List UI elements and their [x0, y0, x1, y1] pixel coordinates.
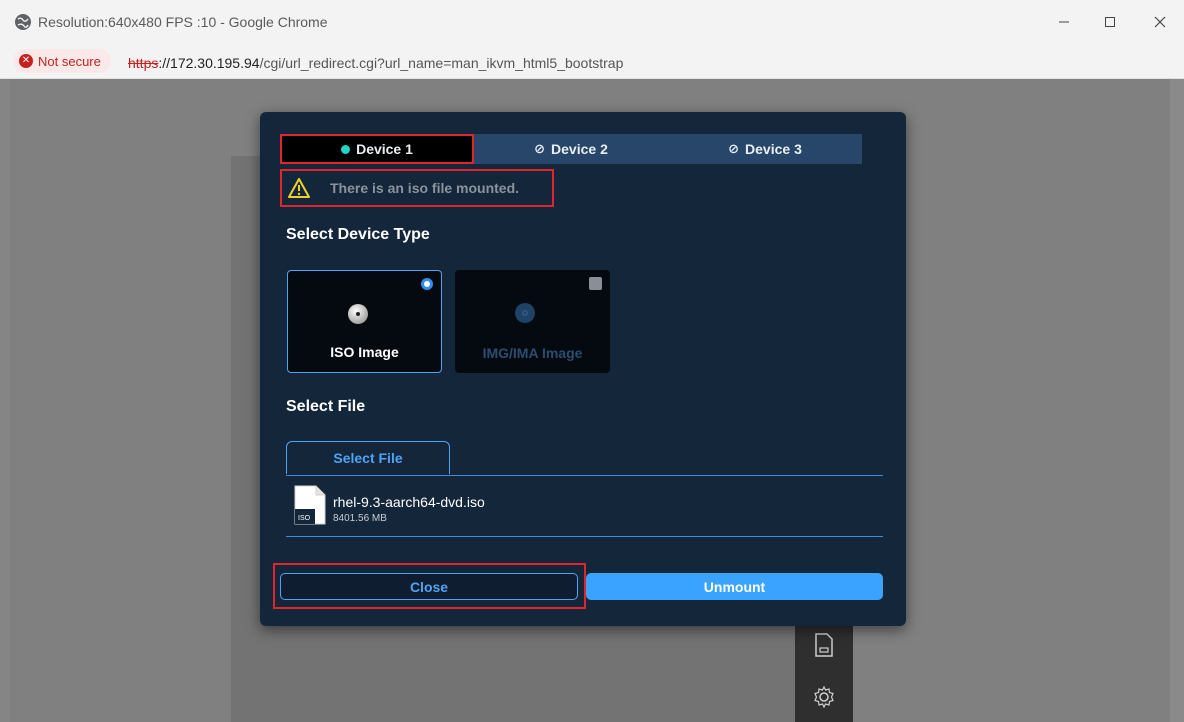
file-name: rhel-9.3-aarch64-dvd.iso: [333, 494, 485, 510]
disabled-icon: ⊘: [534, 141, 546, 156]
virtual-media-dialog: Device 1 ⊘ Device 2 ⊘ Device 3 There is …: [260, 112, 906, 626]
file-icon-label: ISO: [298, 515, 311, 522]
url-path: /cgi/url_redirect.cgi?url_name=man_ikvm_…: [259, 55, 624, 71]
minimize-button[interactable]: [1044, 8, 1084, 36]
active-status-dot: [341, 144, 351, 154]
tab-device-2-label: Device 2: [551, 141, 608, 157]
select-file-title: Select File: [286, 398, 366, 415]
url-scheme: https: [128, 55, 159, 71]
close-window-icon: [1154, 16, 1166, 28]
not-secure-icon: ✕: [19, 54, 33, 68]
iso-image-option[interactable]: ISO Image: [287, 270, 442, 373]
img-checkbox[interactable]: [589, 277, 602, 290]
left-edge: [0, 79, 10, 722]
warning-text: There is an iso file mounted.: [330, 180, 520, 196]
document-tool-button[interactable]: [795, 620, 853, 670]
browser-title-bar: Resolution:640x480 FPS :10 - Google Chro…: [0, 0, 1184, 45]
unmount-button[interactable]: Unmount: [586, 573, 883, 600]
tab-device-3-label: Device 3: [745, 141, 802, 157]
url-text[interactable]: https://172.30.195.94/cgi/url_redirect.c…: [128, 55, 623, 71]
tab-device-1-label: Device 1: [356, 141, 413, 157]
right-edge: [1170, 79, 1184, 722]
side-toolbar: [795, 620, 853, 722]
disc-icon: [515, 303, 535, 323]
device-type-title: Select Device Type: [286, 226, 430, 243]
img-ima-image-option[interactable]: IMG/IMA Image: [455, 270, 610, 373]
file-size: 8401.56 MB: [333, 513, 387, 524]
security-label: Not secure: [38, 53, 101, 69]
document-tool-icon: [815, 633, 833, 657]
disc-icon: [348, 304, 368, 324]
divider: [286, 536, 883, 537]
maximize-icon: [1105, 17, 1115, 27]
settings-gear-icon: [814, 685, 834, 709]
mounted-warning: There is an iso file mounted.: [280, 169, 554, 207]
url-host: ://172.30.195.94: [158, 55, 260, 71]
img-ima-image-label: IMG/IMA Image: [482, 345, 583, 361]
close-button[interactable]: Close: [280, 573, 578, 600]
close-window-button[interactable]: [1140, 8, 1180, 36]
tab-device-2[interactable]: ⊘ Device 2: [474, 134, 668, 164]
file-icon: ISO: [294, 485, 326, 525]
address-bar[interactable]: ✕ Not secure https://172.30.195.94/cgi/u…: [0, 44, 1184, 79]
select-file-button[interactable]: Select File: [286, 441, 450, 474]
minimize-icon: [1059, 21, 1069, 23]
window-title: Resolution:640x480 FPS :10 - Google Chro…: [38, 14, 328, 30]
disabled-icon: ⊘: [728, 141, 740, 156]
tab-device-1[interactable]: Device 1: [280, 134, 474, 164]
globe-icon: [15, 14, 31, 30]
security-chip[interactable]: ✕ Not secure: [13, 49, 111, 73]
device-tabs: Device 1 ⊘ Device 2 ⊘ Device 3: [280, 134, 862, 164]
iso-image-label: ISO Image: [330, 344, 399, 360]
warning-icon: [288, 178, 310, 198]
divider: [286, 475, 883, 476]
settings-tool-button[interactable]: [795, 672, 853, 722]
maximize-button[interactable]: [1090, 8, 1130, 36]
iso-radio[interactable]: [421, 278, 433, 290]
tab-device-3[interactable]: ⊘ Device 3: [668, 134, 862, 164]
